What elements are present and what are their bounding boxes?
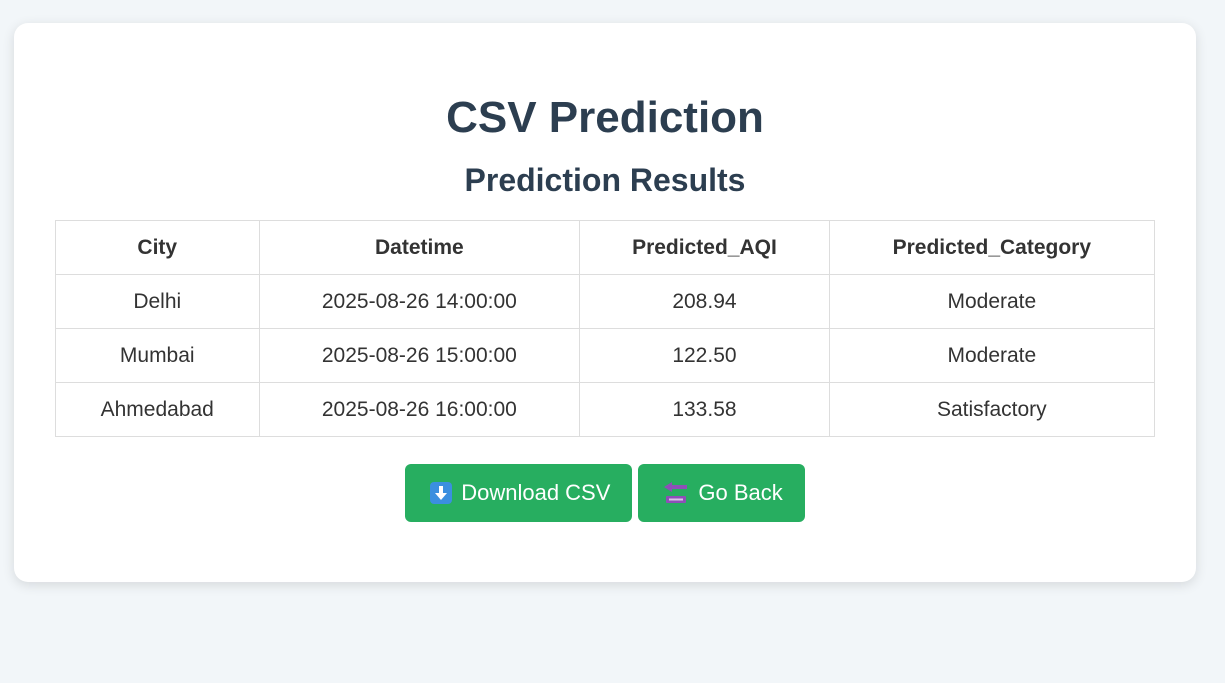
go-back-button[interactable]: Go Back: [638, 464, 805, 522]
table-header-row: City Datetime Predicted_AQI Predicted_Ca…: [55, 220, 1156, 275]
cell-predicted-category: Moderate: [828, 328, 1156, 383]
section-title: Prediction Results: [464, 162, 746, 198]
cell-predicted-aqi: 122.50: [579, 328, 830, 383]
cell-predicted-category: Moderate: [828, 274, 1156, 329]
table-row: Delhi 2025-08-26 14:00:00 208.94 Moderat…: [55, 274, 1156, 329]
cell-predicted-category: Satisfactory: [828, 382, 1156, 437]
download-csv-label: Download CSV: [461, 480, 611, 505]
cell-city: Mumbai: [55, 328, 260, 383]
go-back-label: Go Back: [698, 480, 783, 505]
results-card: CSV Prediction Prediction Results City D…: [14, 23, 1196, 582]
cell-city: Ahmedabad: [55, 382, 260, 437]
table-row: Ahmedabad 2025-08-26 16:00:00 133.58 Sat…: [55, 382, 1156, 437]
action-buttons: Download CSV Go Back: [55, 464, 1155, 522]
back-arrow-icon: [663, 481, 689, 505]
cell-predicted-aqi: 208.94: [579, 274, 830, 329]
page-title: CSV Prediction: [446, 93, 764, 142]
cell-datetime: 2025-08-26 16:00:00: [258, 382, 581, 437]
cell-city: Delhi: [55, 274, 260, 329]
cell-datetime: 2025-08-26 14:00:00: [258, 274, 581, 329]
table-row: Mumbai 2025-08-26 15:00:00 122.50 Modera…: [55, 328, 1156, 383]
cell-predicted-aqi: 133.58: [579, 382, 830, 437]
download-csv-button[interactable]: Download CSV: [405, 464, 633, 522]
down-arrow-icon: [430, 482, 453, 504]
results-table: City Datetime Predicted_AQI Predicted_Ca…: [55, 220, 1156, 437]
column-header-city: City: [55, 220, 260, 275]
column-header-predicted-category: Predicted_Category: [828, 220, 1156, 275]
column-header-datetime: Datetime: [258, 220, 581, 275]
cell-datetime: 2025-08-26 15:00:00: [258, 328, 581, 383]
column-header-predicted-aqi: Predicted_AQI: [579, 220, 830, 275]
